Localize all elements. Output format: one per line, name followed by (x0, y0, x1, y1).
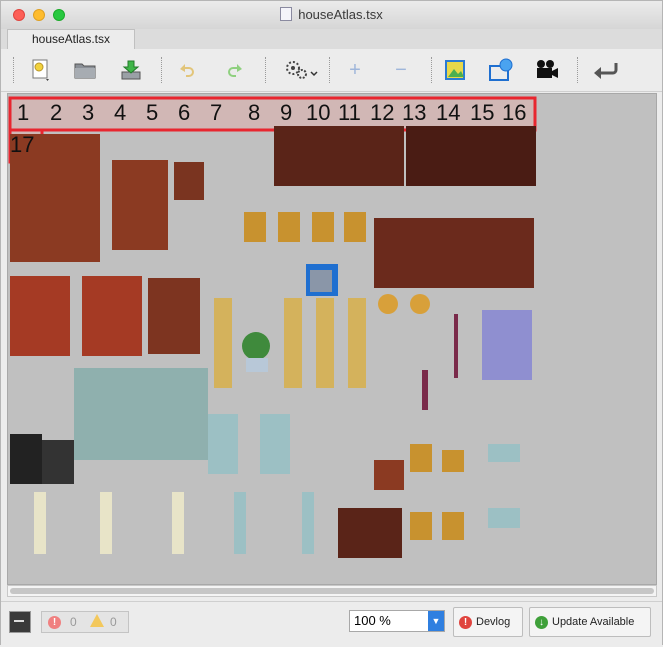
title-bar: houseAtlas.tsx (1, 1, 662, 30)
new-file-icon (32, 59, 49, 81)
console-button[interactable] (9, 611, 31, 633)
return-button[interactable] (591, 56, 621, 84)
zoom-value: 100 % (354, 613, 391, 628)
tab-houseatlas[interactable]: houseAtlas.tsx (7, 29, 135, 49)
devlog-label: Devlog (476, 616, 511, 628)
video-camera-icon (537, 60, 558, 78)
toolbar-separator (329, 57, 331, 83)
chevron-down-icon: ▼ (428, 611, 444, 631)
tile-label: 17 (10, 132, 35, 157)
window-title: houseAtlas.tsx (1, 7, 662, 22)
atlas-image-button[interactable] (441, 56, 469, 84)
document-icon (280, 7, 293, 21)
tile-label: 4 (114, 100, 127, 125)
settings-button[interactable] (281, 56, 321, 84)
minus-icon: − (395, 58, 407, 81)
toolbar: + − (1, 49, 662, 92)
download-icon (121, 60, 141, 80)
plus-icon: + (349, 58, 361, 81)
warning-count: 0 (110, 615, 117, 629)
app-window: houseAtlas.tsx houseAtlas.tsx + − 1 2 3 … (0, 0, 663, 647)
tile-label: 6 (178, 100, 191, 125)
tileset-canvas[interactable]: 1 2 3 4 5 6 7 8 9 10 11 12 13 14 15 16 1… (7, 93, 657, 585)
tileset-image (8, 96, 537, 558)
error-count: 0 (70, 615, 77, 629)
error-icon: ! (459, 616, 472, 629)
toolbar-separator (13, 57, 15, 83)
gears-icon (286, 61, 318, 79)
undo-button[interactable] (173, 56, 201, 84)
open-folder-button[interactable] (71, 56, 99, 84)
toolbar-separator (431, 57, 433, 83)
tile-label: 8 (248, 100, 261, 125)
tile-label: 1 (17, 100, 30, 125)
redo-button[interactable] (221, 56, 249, 84)
undo-icon (180, 64, 194, 77)
tab-bar: houseAtlas.tsx (1, 29, 662, 50)
warning-icon (90, 614, 104, 627)
tile-label: 3 (82, 100, 95, 125)
tile-label: 12 (370, 100, 395, 125)
zoom-select[interactable]: 100 % ▼ (349, 610, 445, 632)
toolbar-separator (577, 57, 579, 83)
tile-label: 10 (306, 100, 331, 125)
new-file-button[interactable] (27, 56, 55, 84)
folder-icon (74, 63, 96, 79)
save-button[interactable] (117, 56, 145, 84)
region-select-button[interactable] (487, 56, 515, 84)
tile-label: 11 (338, 100, 361, 125)
horizontal-scrollbar[interactable] (7, 585, 657, 597)
toolbar-separator (265, 57, 267, 83)
tile-label: 5 (146, 100, 159, 125)
tile-label: 9 (280, 100, 293, 125)
toolbar-separator (161, 57, 163, 83)
region-icon (489, 58, 513, 81)
tile-label: 16 (502, 100, 527, 125)
tile-label: 14 (436, 100, 461, 125)
tile-label: 7 (210, 100, 223, 125)
zoom-in-button[interactable]: + (341, 56, 369, 84)
window-title-text: houseAtlas.tsx (298, 7, 383, 22)
tile-label: 13 (402, 100, 427, 125)
redo-icon (228, 64, 242, 77)
zoom-out-button[interactable]: − (387, 56, 415, 84)
return-arrow-icon (594, 63, 618, 79)
update-available-button[interactable]: ↓ Update Available (529, 607, 651, 637)
video-camera-button[interactable] (533, 56, 561, 84)
tile-label: 2 (50, 100, 63, 125)
devlog-button[interactable]: ! Devlog (453, 607, 523, 637)
issues-indicator[interactable]: ! 0 0 (41, 611, 129, 633)
tile-label: 15 (470, 100, 495, 125)
status-bar: ! 0 0 100 % ▼ ! Devlog ↓ Update Availabl… (1, 601, 662, 647)
update-label: Update Available (552, 616, 635, 628)
download-arrow-icon: ↓ (535, 616, 548, 629)
error-icon: ! (48, 616, 61, 629)
image-icon (445, 60, 465, 80)
scrollbar-thumb[interactable] (10, 588, 654, 594)
